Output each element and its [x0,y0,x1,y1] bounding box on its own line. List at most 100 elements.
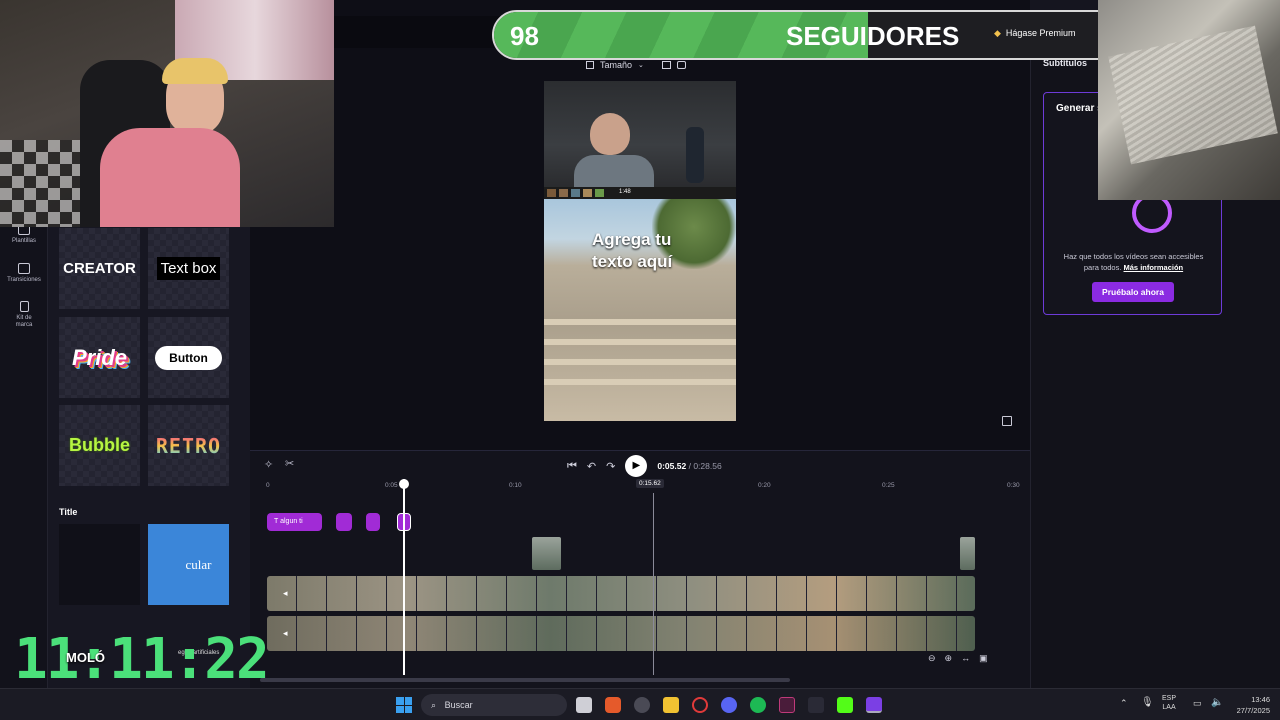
zoom-out-icon[interactable]: ⊖ [928,653,936,667]
magic-icon[interactable]: ✧ [264,458,273,471]
app-icon-m[interactable] [779,697,795,713]
windows-start-icon[interactable] [396,697,412,713]
expand-timeline-icon[interactable]: ▣ [979,653,988,667]
overlay-clip-1[interactable] [532,537,561,570]
spotify-icon[interactable] [750,697,766,713]
tick-20: 0:20 [758,482,771,489]
template-button-label: Button [155,345,222,370]
video-preview[interactable]: 1:48 Agrega tu texto aquí [544,81,736,421]
text-template-textbox[interactable]: Text box [148,228,229,309]
search-placeholder: Buscar [444,700,473,710]
zoom-in-icon[interactable]: ⊕ [945,653,953,667]
mute-icon-2[interactable]: ◂ [283,628,288,639]
text-clip[interactable]: T algun ti [267,513,322,531]
text-template-circular[interactable]: cular [148,524,229,605]
video-track-2[interactable] [267,616,975,651]
video-track-1[interactable] [267,576,975,611]
overlay-clip-2[interactable] [960,537,975,570]
playback-controls: ⏮ ↶ ↷ ▶ 0:05.52 / 0:28.56 [567,455,722,477]
search-icon: ⌕ [431,700,437,710]
tray-chevron-icon[interactable]: ⌃ [1120,698,1128,709]
stream-clock: 11:11:22 [14,627,270,692]
preview-text-overlay[interactable]: Agrega tu texto aquí [592,229,702,273]
fit-timeline-icon[interactable]: ↔ [961,653,970,667]
followers-label: SEGUIDORES [786,21,960,51]
monitor-icon[interactable]: ▭ [1193,698,1202,709]
chrome-icon[interactable] [634,697,650,713]
try-now-button[interactable]: Pruébalo ahora [1092,282,1174,302]
text-template-button[interactable]: Button [148,317,229,398]
taskbar-search[interactable]: ⌕ Buscar [421,694,567,716]
rock-texture [1108,25,1278,165]
preview-hud-time: 1:48 [619,189,631,195]
text-clip-small-1[interactable] [336,513,352,531]
premium-diamond-icon: ◆ [994,28,1001,38]
text-template-creator[interactable]: CREATOR [59,228,140,309]
tick-5: 0:05 [385,482,398,489]
time-separator: / [688,461,691,471]
preview-cam-body [574,155,654,188]
kick-icon[interactable] [837,697,853,713]
time-ruler[interactable]: 0 0:05 0:10 0:20 0:25 0:30 0:15.62 [250,479,1030,493]
preview-cam-bottle [686,127,704,183]
scissors-icon[interactable]: ✂ [285,457,294,470]
nav-brand-kit[interactable]: Kit de marca [0,301,48,329]
taskbar-clock[interactable]: 13:46 27/7/2025 [1226,694,1270,716]
text-template-title-1[interactable] [59,524,140,605]
hover-line [653,493,654,675]
brand-kit-icon [19,301,29,312]
current-time: 0:05.52 [657,461,687,471]
preview-hud: 1:48 [544,187,736,199]
fit-icon[interactable] [661,61,671,69]
brave-icon[interactable] [605,697,621,713]
text-template-retro[interactable]: RETRO [148,405,229,486]
nav-brand-kit-label: Kit de marca [15,315,33,328]
playhead[interactable] [403,479,405,675]
zoom-controls: ⊖ ⊕ ↔ ▣ [928,653,1012,667]
subtitles-card-title: Generar s [1056,103,1103,114]
speaker-icon[interactable]: 🔈 [1211,697,1223,708]
skip-back-icon[interactable]: ⏮ [567,460,577,473]
nav-templates[interactable]: Plantillas [0,224,48,244]
discord-icon[interactable] [721,697,737,713]
subtitles-card-desc: Haz que todos los vídeos sean accesibles… [1056,251,1211,273]
template-textbox-label: Text box [156,257,221,280]
taskbar-date: 27/7/2025 [1236,706,1270,715]
play-button[interactable]: ▶ [625,455,648,477]
forward-icon[interactable]: ↷ [606,460,615,473]
text-clip-label: algun ti [280,518,303,525]
template-caption-1: MOLÓ [66,650,105,665]
streamer-webcam-overlay [0,0,334,227]
microphone-icon[interactable]: 🎙 [1141,697,1154,708]
followers-current: 98 [510,21,539,51]
nav-transitions[interactable]: Transiciones [0,263,48,283]
template-circular-label: cular [185,556,212,572]
text-template-pride[interactable]: Pride [59,317,140,398]
task-view-icon[interactable] [576,697,592,713]
text-clip-small-2[interactable] [366,513,380,531]
text-template-bubble[interactable]: Bubble [59,405,140,486]
lang-line1: ESP [1162,695,1177,702]
playback-time: 0:05.52 / 0:28.56 [657,461,721,471]
more-info-link[interactable]: Más información [1124,263,1184,272]
lang-line2: LAA [1162,704,1176,711]
mute-icon[interactable]: ◂ [283,588,288,599]
preview-cam [544,81,736,188]
hover-time: 0:15.62 [636,479,664,488]
crop-icon [586,61,594,69]
template-pride-label: Pride [71,344,128,370]
clipchamp-icon[interactable] [866,697,882,713]
transitions-icon [18,263,30,274]
transform-icon[interactable] [676,61,686,69]
playhead-handle[interactable] [399,479,409,489]
premium-badge-over[interactable]: ◆ Hágase Premium [994,28,1075,39]
fullscreen-icon[interactable] [1002,416,1012,426]
rewind-icon[interactable]: ↶ [587,460,596,473]
timeline-scrollbar[interactable] [260,678,790,682]
language-indicator[interactable]: ESP LAA [1162,694,1176,712]
size-dropdown[interactable]: Tamaño [600,60,632,70]
webcam-shirt [100,128,240,227]
app-icon-files[interactable] [808,697,824,713]
file-explorer-icon[interactable] [663,697,679,713]
opera-icon[interactable] [692,697,708,713]
